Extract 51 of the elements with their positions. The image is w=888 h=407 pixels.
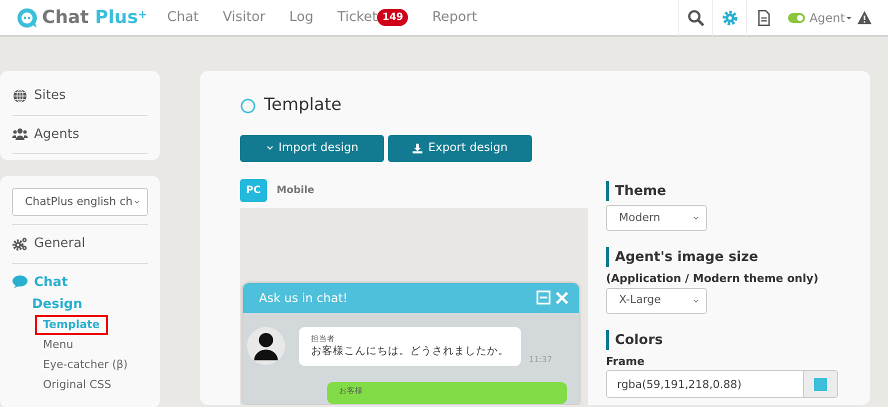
nav-link[interactable]: Log (289, 7, 314, 28)
sidebar-item[interactable]: General (12, 225, 148, 264)
logo-icon (16, 6, 38, 28)
sidebar-item[interactable]: Sites (12, 77, 148, 116)
agent-menu[interactable]: Agent (809, 8, 853, 26)
note-text: (Application / Modern theme only) (606, 271, 820, 287)
export-design-button[interactable]: Export design (388, 134, 532, 162)
sidebar-subitem[interactable]: Original CSS (35, 374, 120, 394)
nav-link[interactable]: Visitor (222, 7, 266, 28)
close-icon (555, 290, 569, 304)
users-icon (12, 126, 28, 142)
settings-icon (720, 8, 739, 26)
section-heading: Colors (606, 330, 838, 350)
section-heading: Agent's image size (606, 246, 838, 267)
sidebar-item[interactable]: Agents (12, 116, 148, 154)
minimize-button[interactable] (536, 290, 551, 305)
chevron-down-icon (133, 198, 141, 206)
nav-link[interactable]: Report (432, 7, 478, 28)
dropdown[interactable]: Modern (606, 204, 707, 231)
status-toggle[interactable] (788, 12, 806, 22)
globe-icon (12, 88, 28, 104)
color-swatch[interactable] (814, 378, 827, 391)
device-tab[interactable]: Mobile (270, 179, 320, 202)
site-select[interactable]: ChatPlus english ch (12, 188, 148, 216)
message-time: 11:37 (529, 354, 552, 366)
field-label: Frame (606, 354, 646, 370)
avatar-silhouette-icon (247, 326, 285, 364)
sidebar-subitem[interactable]: Eye-catcher (β) (35, 354, 136, 374)
nav-link[interactable]: Chat (167, 7, 199, 28)
ticket-count-badge: 149 (377, 9, 408, 26)
warning-icon (857, 10, 872, 25)
chevron-down-icon (692, 296, 700, 304)
sidebar-subitem[interactable]: Menu (35, 334, 82, 354)
chevron-down-icon (266, 144, 274, 152)
nav-link[interactable]: Ticket (337, 7, 378, 28)
circle-icon (240, 98, 256, 114)
chevron-down-icon (692, 214, 700, 222)
message-text: お客様こんにちは。どうされましたか。 (311, 344, 509, 359)
logo-text: Chat Plus$^{+}$ (42, 6, 148, 30)
section-heading: Theme (606, 180, 838, 201)
close-button[interactable] (555, 290, 569, 304)
dropdown[interactable]: X-Large (606, 288, 707, 314)
speech-bubble-icon (12, 274, 28, 290)
download-icon (412, 142, 424, 154)
color-field[interactable]: rgba(59,191,218,0.88) (606, 370, 804, 398)
import-design-button[interactable]: Import design (240, 134, 384, 162)
minimize-icon (536, 290, 551, 305)
page-title: Template (264, 94, 342, 117)
gears-icon (12, 236, 28, 252)
chat-window-title: Ask us in chat! (259, 290, 348, 306)
search-icon (686, 8, 705, 26)
